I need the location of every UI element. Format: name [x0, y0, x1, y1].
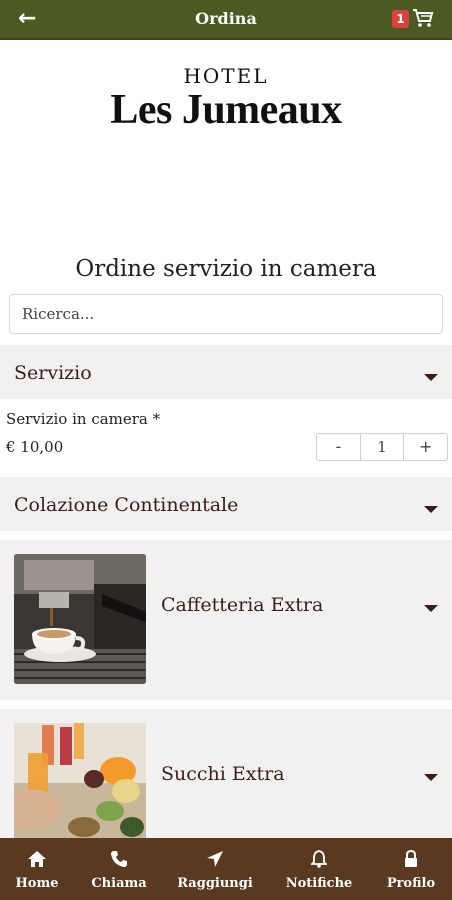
- section-label: Caffetteria Extra: [161, 594, 324, 616]
- chevron-down-icon: [424, 605, 438, 612]
- chevron-down-icon: [424, 774, 438, 781]
- bottom-navigation: Home Chiama Raggiungi Notifiche Profilo: [0, 838, 452, 900]
- item-name: Servizio in camera *: [6, 410, 161, 428]
- cart-icon: [413, 9, 434, 27]
- top-app-bar: ← Ordina 1: [0, 0, 452, 40]
- nav-label: Chiama: [91, 876, 147, 891]
- nav-label: Profilo: [386, 876, 436, 891]
- nav-label: Raggiungi: [177, 876, 253, 891]
- hotel-logo: HOTEL Les Jumeaux: [0, 64, 452, 134]
- section-servizio[interactable]: Servizio: [0, 345, 452, 399]
- logo-line-name: Les Jumeaux: [110, 87, 342, 133]
- location-arrow-icon: [207, 851, 223, 867]
- chevron-down-icon: [424, 506, 438, 513]
- section-caffetteria-extra[interactable]: Caffetteria Extra: [0, 540, 452, 700]
- bell-icon: [311, 850, 327, 868]
- logo-line-hotel: HOTEL: [183, 64, 269, 88]
- nav-notifiche[interactable]: Notifiche: [284, 838, 354, 900]
- section-label: Servizio: [14, 362, 92, 384]
- page-title: Ordine servizio in camera: [75, 256, 377, 282]
- nav-raggiungi[interactable]: Raggiungi: [176, 838, 254, 900]
- increment-button[interactable]: +: [404, 434, 447, 460]
- cart-count-badge: 1: [392, 10, 409, 28]
- quantity-stepper: - 1 +: [316, 433, 448, 461]
- nav-profilo[interactable]: Profilo: [382, 838, 440, 900]
- lock-icon: [405, 850, 417, 867]
- home-icon: [28, 851, 46, 867]
- phone-icon: [111, 851, 127, 867]
- succhi-image: [14, 723, 146, 853]
- item-price: € 10,00: [6, 438, 64, 456]
- nav-label: Home: [15, 876, 59, 891]
- search-input[interactable]: [9, 294, 443, 334]
- quantity-value[interactable]: 1: [359, 434, 405, 460]
- chevron-down-icon: [424, 374, 438, 381]
- section-label: Colazione Continentale: [14, 494, 239, 516]
- section-colazione-continentale[interactable]: Colazione Continentale: [0, 477, 452, 531]
- section-label: Succhi Extra: [161, 763, 285, 785]
- decrement-button[interactable]: -: [317, 434, 360, 460]
- nav-chiama[interactable]: Chiama: [88, 838, 150, 900]
- caffetteria-image: [14, 554, 146, 684]
- section-succhi-extra[interactable]: Succhi Extra: [0, 709, 452, 853]
- cart-button[interactable]: 1: [392, 7, 438, 31]
- page-header-title: Ordina: [195, 9, 257, 28]
- nav-home[interactable]: Home: [10, 838, 64, 900]
- nav-label: Notifiche: [285, 876, 353, 891]
